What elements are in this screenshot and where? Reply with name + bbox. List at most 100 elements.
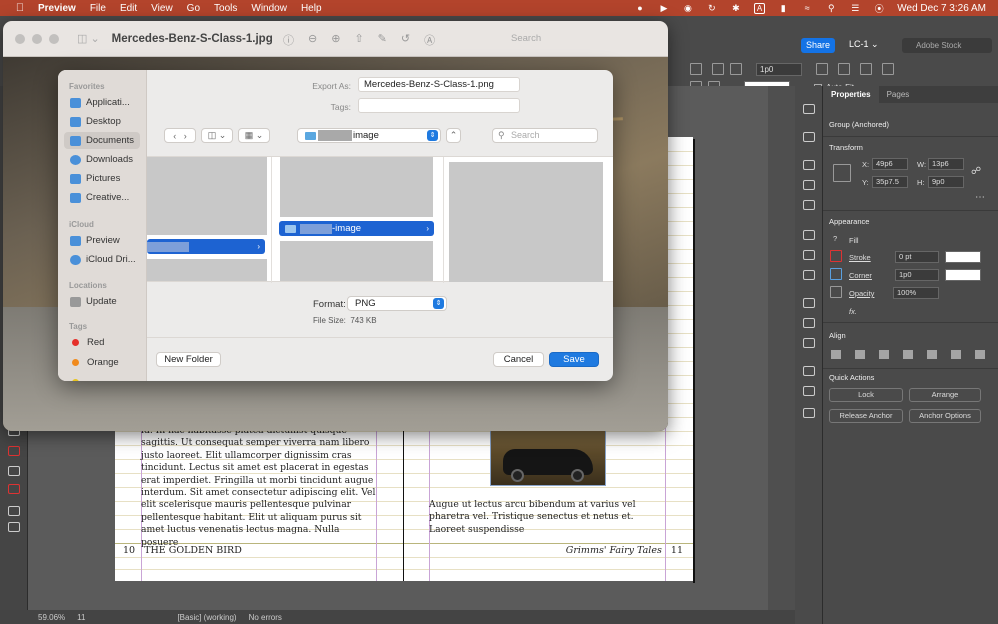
- preflight-status[interactable]: No errors: [249, 613, 282, 622]
- bluetooth-icon[interactable]: ✱: [730, 3, 742, 13]
- menu-window[interactable]: Window: [251, 3, 287, 14]
- links-panel-icon[interactable]: [803, 104, 815, 114]
- sidebar-item-applications[interactable]: Applicati...: [64, 94, 140, 111]
- gradient-panel-icon[interactable]: [803, 180, 815, 190]
- stroke-weight[interactable]: 0 pt: [895, 251, 939, 263]
- tags-field[interactable]: [358, 98, 520, 113]
- vertical-scrollbar[interactable]: [768, 86, 795, 610]
- w-field[interactable]: 13p6: [928, 158, 964, 170]
- menu-edit[interactable]: Edit: [120, 3, 137, 14]
- wifi-icon[interactable]: ≈: [801, 3, 813, 13]
- cancel-button[interactable]: Cancel: [493, 352, 544, 367]
- arrange-button[interactable]: Arrange: [909, 388, 981, 402]
- fill-frame-icon[interactable]: [882, 63, 894, 75]
- y-field[interactable]: 35p7.5: [872, 176, 908, 188]
- screen-mode-icon[interactable]: [8, 506, 20, 516]
- sidebar-toggle-icon[interactable]: ◫ ⌄: [77, 32, 100, 45]
- glyphs-panel-icon[interactable]: [803, 270, 815, 280]
- sidebar-item-icloud-drive[interactable]: iCloud Dri...: [64, 251, 140, 268]
- column-3[interactable]: [449, 157, 605, 283]
- rotate-icon[interactable]: ↺: [401, 32, 410, 48]
- fit-content-icon[interactable]: [838, 63, 850, 75]
- menu-tools[interactable]: Tools: [214, 3, 237, 14]
- apply-none-icon[interactable]: [8, 484, 20, 494]
- preview-search[interactable]: Search: [495, 31, 655, 47]
- menu-go[interactable]: Go: [187, 3, 200, 14]
- center-content-icon[interactable]: [860, 63, 872, 75]
- play-icon[interactable]: ▶: [658, 3, 670, 13]
- group-button[interactable]: ▦ ⌄: [238, 128, 270, 143]
- control-center-icon[interactable]: ☰: [849, 3, 861, 13]
- sheet-search-field[interactable]: Search ⚲: [492, 128, 598, 143]
- time-machine-icon[interactable]: ↻: [706, 3, 718, 13]
- properties-panel-icon[interactable]: [803, 408, 815, 418]
- record-icon[interactable]: ◉: [682, 3, 694, 13]
- fill-label[interactable]: Fill: [849, 236, 859, 245]
- cc-libraries-icon[interactable]: [803, 200, 815, 210]
- menubar-datetime[interactable]: Wed Dec 7 3:26 AM: [897, 3, 986, 14]
- close-button[interactable]: [15, 33, 25, 44]
- align-middle-icon[interactable]: [951, 350, 961, 359]
- search-icon[interactable]: ⚲: [825, 3, 837, 13]
- more-options-icon[interactable]: ⋯: [975, 192, 985, 203]
- selected-image-folder-row[interactable]: -image ›: [279, 221, 434, 236]
- sidebar-item-creative-cloud[interactable]: Creative...: [64, 189, 140, 206]
- sidebar-item-tag-red[interactable]: Red: [64, 334, 140, 351]
- battery-icon[interactable]: ▮: [777, 3, 789, 13]
- sidebar-item-update[interactable]: Update: [64, 293, 140, 310]
- sidebar-item-pictures[interactable]: Pictures: [64, 170, 140, 187]
- save-button[interactable]: Save: [549, 352, 599, 367]
- align-bottom-icon[interactable]: [975, 350, 985, 359]
- corner-icon[interactable]: [830, 268, 842, 280]
- view-mode-button[interactable]: ◫ ⌄: [201, 128, 233, 143]
- workspace-switcher[interactable]: LC-1 ⌄: [849, 39, 879, 50]
- stroke-label[interactable]: Stroke: [849, 253, 871, 262]
- paragraph-panel-icon[interactable]: [803, 230, 815, 240]
- opacity-field[interactable]: 100%: [893, 287, 939, 299]
- sidebar-item-preview[interactable]: Preview: [64, 232, 140, 249]
- minimize-button[interactable]: [32, 33, 42, 44]
- fill-stroke-icon[interactable]: [8, 446, 20, 456]
- h-field[interactable]: 9p0: [928, 176, 964, 188]
- text-wrap-panel-icon[interactable]: [803, 298, 815, 308]
- sidebar-item-downloads[interactable]: Downloads: [64, 151, 140, 168]
- top-value-field[interactable]: 1p0: [756, 63, 802, 76]
- apple-menu-icon[interactable]: : [12, 2, 28, 14]
- tab-pages[interactable]: Pages: [879, 86, 918, 103]
- creative-cloud-icon[interactable]: ●: [634, 3, 646, 13]
- back-icon[interactable]: ‹: [173, 131, 176, 141]
- forward-icon[interactable]: ›: [184, 131, 187, 141]
- share-icon[interactable]: ⇧: [354, 32, 363, 48]
- opacity-label[interactable]: Opacity: [849, 289, 874, 298]
- fit-frame-icon[interactable]: [816, 63, 828, 75]
- opacity-icon[interactable]: [830, 286, 842, 298]
- sidebar-item-tag-orange[interactable]: Orange: [64, 354, 140, 371]
- zoom-button[interactable]: [49, 33, 59, 44]
- format-popup[interactable]: PNG ⇕: [347, 296, 447, 311]
- effects-label[interactable]: fx.: [849, 307, 857, 316]
- doc-style[interactable]: [Basic] (working): [177, 613, 236, 622]
- align-left-icon[interactable]: [855, 350, 865, 359]
- reference-point-grid-icon[interactable]: [833, 164, 851, 182]
- fill-question-icon[interactable]: ?: [833, 234, 837, 243]
- menu-file[interactable]: File: [90, 3, 106, 14]
- sidebar-item-tag-yellow[interactable]: [64, 374, 140, 381]
- corner-label[interactable]: Corner: [849, 271, 872, 280]
- export-as-field[interactable]: Mercedes-Benz-S-Class-1.png: [358, 77, 520, 92]
- align-right-icon[interactable]: [903, 350, 913, 359]
- align-top-icon[interactable]: [927, 350, 937, 359]
- zoom-level[interactable]: 59.06%: [38, 613, 65, 622]
- stroke-swatch-icon[interactable]: [830, 250, 842, 262]
- left-page-text[interactable]: id. In hac habitasse platea dictumst qui…: [141, 425, 377, 549]
- column-2[interactable]: -image ›: [279, 157, 435, 283]
- menu-app-name[interactable]: Preview: [38, 3, 76, 14]
- corner-shape-dropdown[interactable]: [945, 269, 981, 281]
- input-source-icon[interactable]: A: [753, 2, 766, 14]
- stroke-type-dropdown[interactable]: [945, 251, 981, 263]
- tab-properties[interactable]: Properties: [823, 86, 879, 103]
- cc-libraries-icon-2[interactable]: [803, 386, 815, 396]
- info-icon[interactable]: ⓘ: [283, 32, 294, 48]
- anchored-car-image[interactable]: [490, 430, 606, 486]
- sidebar-item-documents[interactable]: Documents: [64, 132, 140, 149]
- x-field[interactable]: 49p6: [872, 158, 908, 170]
